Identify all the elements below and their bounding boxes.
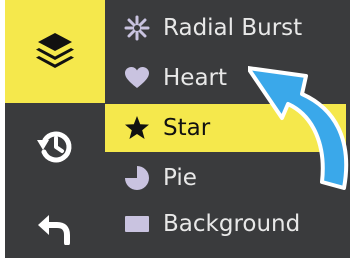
heart-icon (121, 66, 153, 90)
radial-burst-icon (121, 15, 153, 41)
layers-button[interactable] (5, 0, 105, 103)
menu-item-heart[interactable]: Heart (105, 54, 346, 102)
menu-item-radial-burst[interactable]: Radial Burst (105, 4, 346, 52)
menu-item-background[interactable]: Background (105, 200, 346, 248)
menu-item-label: Background (163, 211, 301, 237)
back-arrow-icon (35, 205, 75, 249)
background-icon (121, 214, 153, 234)
layers-icon (32, 27, 78, 77)
menu-item-label: Pie (163, 165, 197, 191)
menu-item-label: Star (163, 115, 211, 141)
menu-item-label: Heart (163, 65, 228, 91)
menu-item-pie[interactable]: Pie (105, 154, 346, 202)
menu-item-label: Radial Burst (163, 15, 303, 41)
star-icon (121, 115, 153, 141)
history-icon (35, 126, 75, 170)
back-button[interactable] (5, 196, 105, 258)
menu-item-star[interactable]: Star (105, 104, 346, 152)
history-button[interactable] (5, 112, 105, 184)
pie-icon (121, 165, 153, 191)
